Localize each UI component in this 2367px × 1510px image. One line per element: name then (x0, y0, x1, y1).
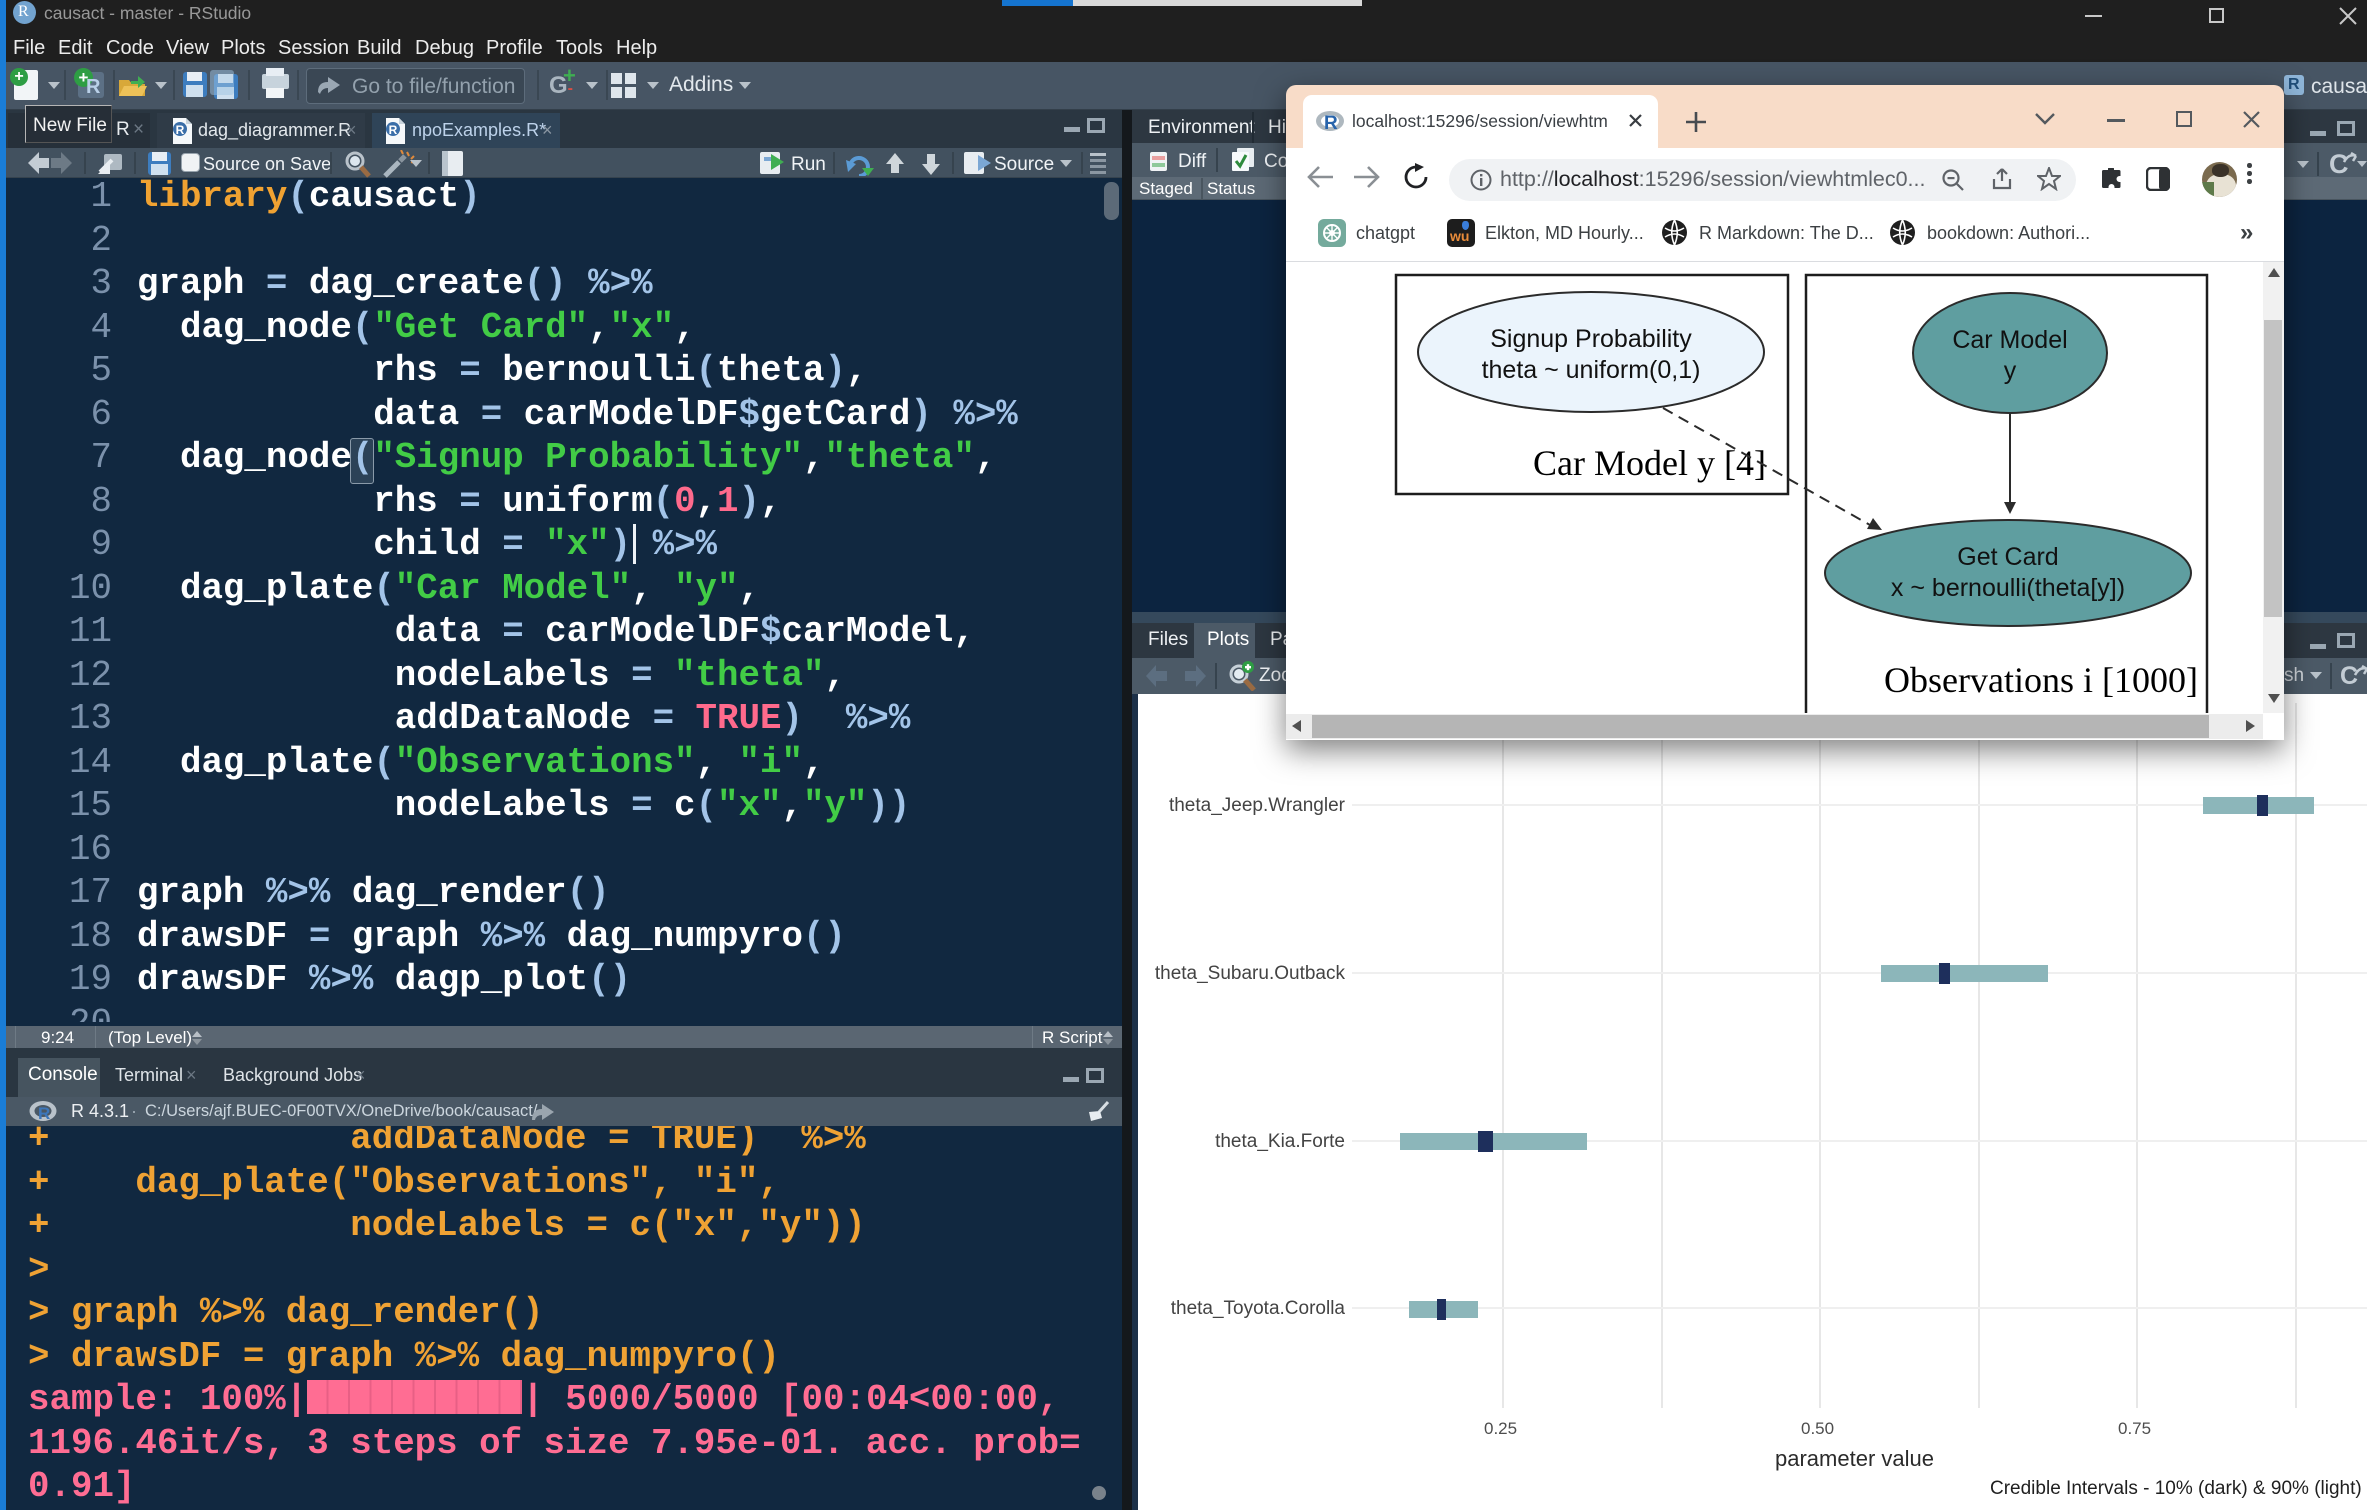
svg-text:R: R (389, 123, 398, 137)
svg-text:Car Model: Car Model (1952, 326, 2067, 354)
svg-text:R: R (1324, 113, 1338, 133)
svg-text:Observations i [1000]: Observations i [1000] (1884, 660, 2198, 700)
svg-text:R: R (38, 1104, 50, 1123)
svg-text:y: y (2004, 357, 2017, 385)
svg-text:Get Card: Get Card (1957, 543, 2058, 571)
svg-text:Signup Probability: Signup Probability (1490, 325, 1692, 353)
svg-text:R: R (176, 123, 185, 137)
svg-text:x ~ bernoulli(theta[y]): x ~ bernoulli(theta[y]) (1891, 574, 2125, 602)
svg-text:Car Model y [4]: Car Model y [4] (1533, 443, 1766, 483)
svg-text:theta ~ uniform(0,1): theta ~ uniform(0,1) (1482, 356, 1701, 384)
